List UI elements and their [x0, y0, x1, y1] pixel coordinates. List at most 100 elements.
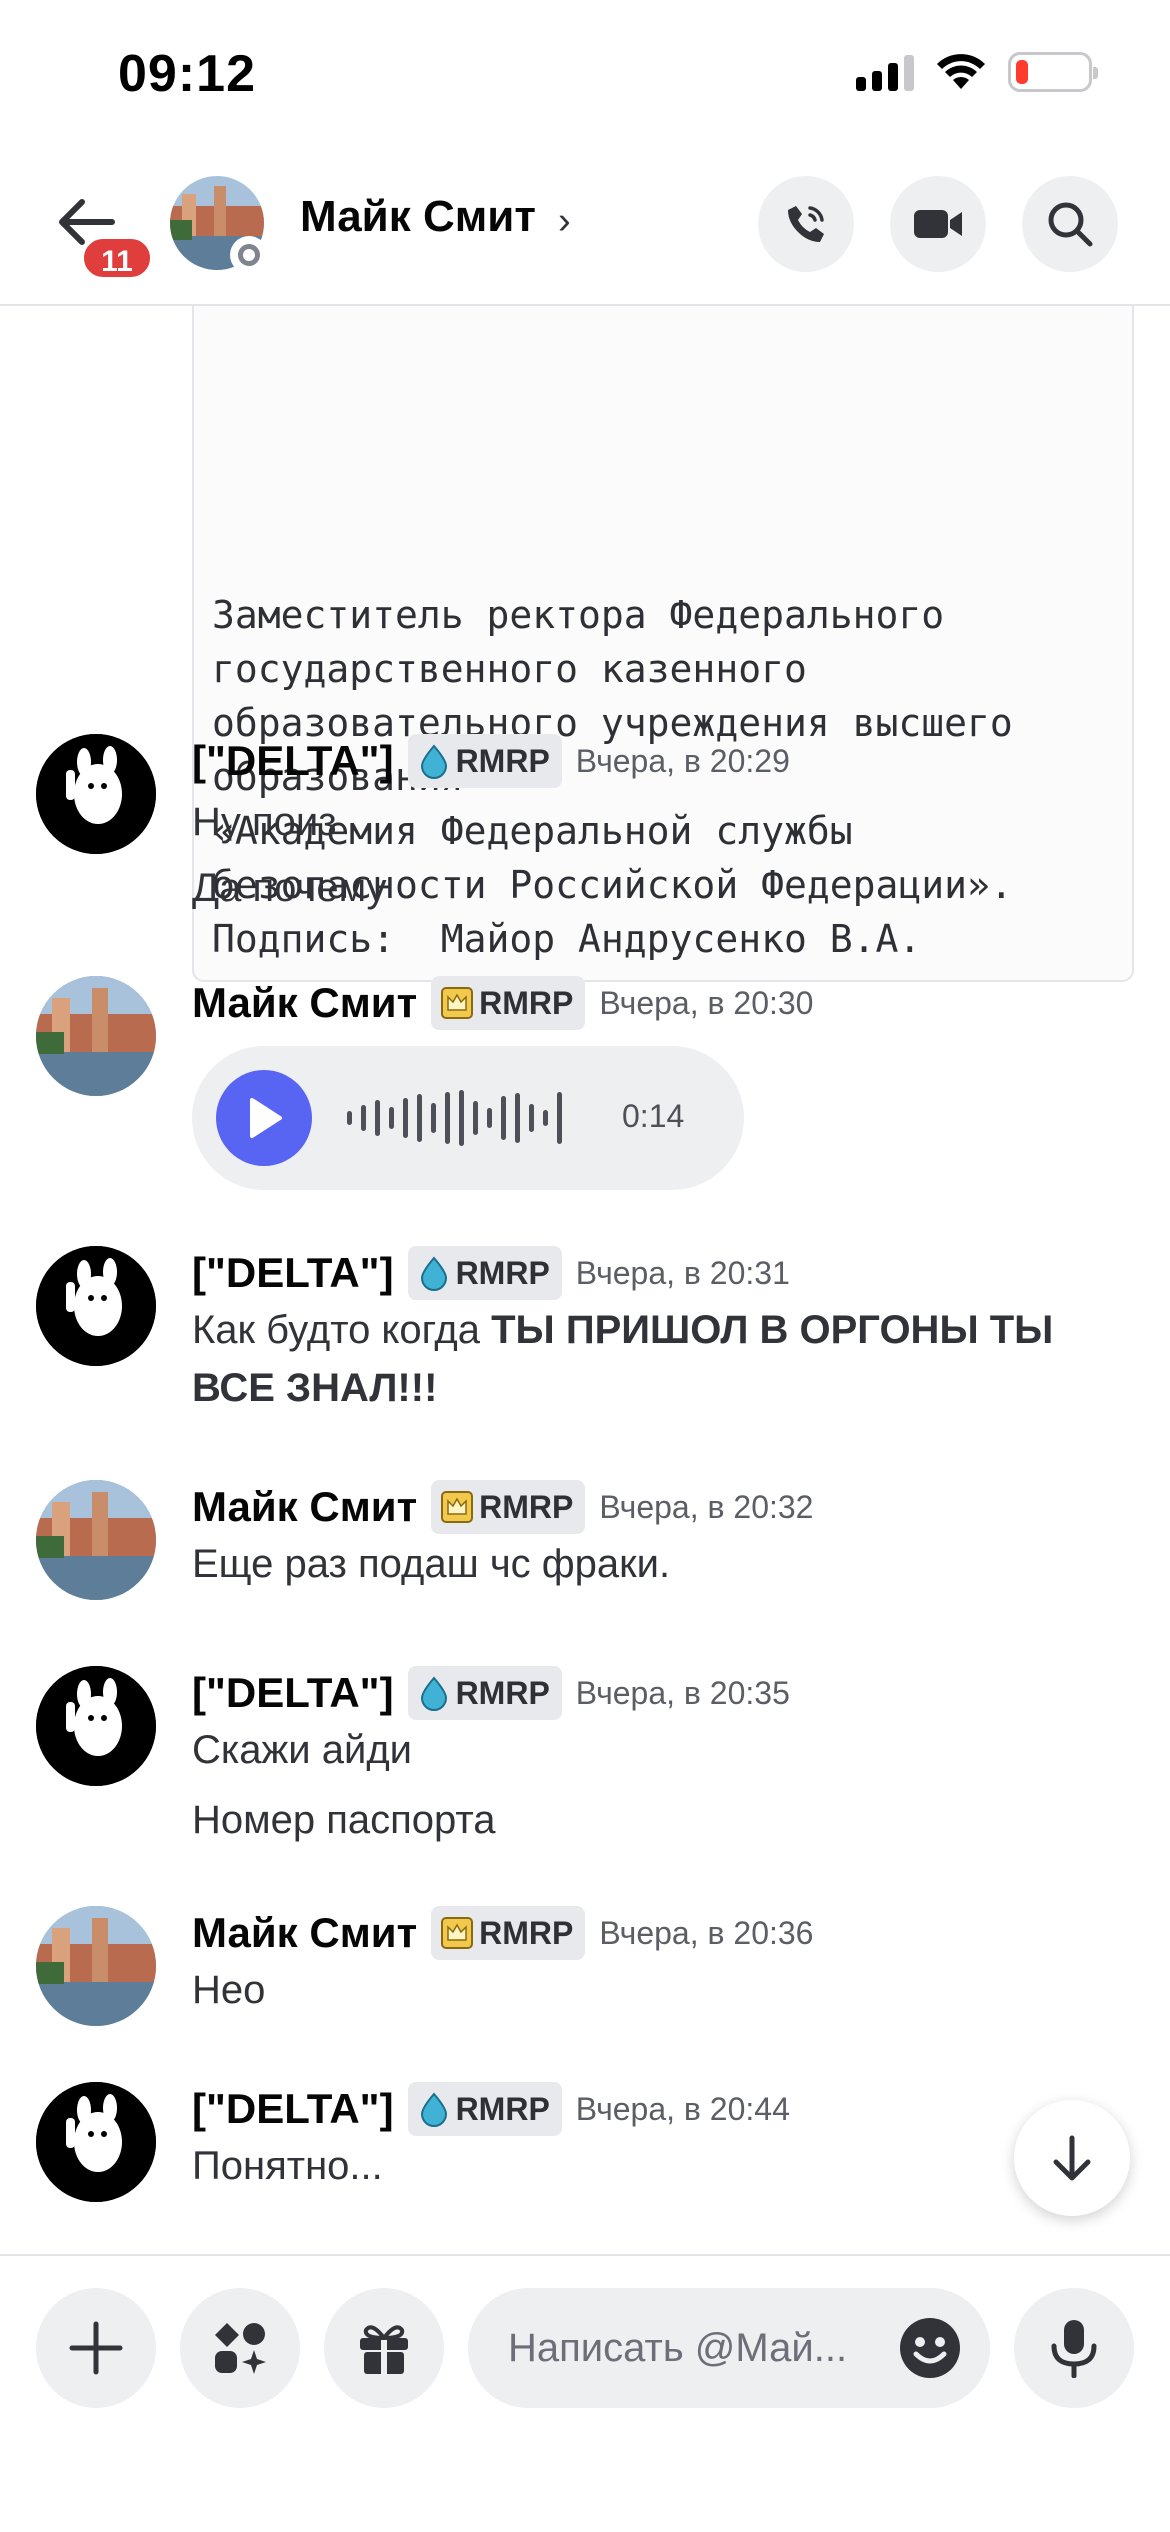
author-name[interactable]: ["DELTA"]	[192, 2085, 394, 2133]
avatar-image	[36, 1246, 156, 1366]
search-button[interactable]	[1022, 176, 1118, 272]
message-text: Еще раз подаш чс фраки.	[192, 1542, 671, 1586]
avatar-image	[36, 976, 156, 1096]
message-text: Скажи айди	[192, 1728, 412, 1772]
status-icons	[856, 52, 1098, 92]
plus-icon	[69, 2321, 123, 2375]
voice-record-button[interactable]	[1014, 2288, 1134, 2408]
composer	[0, 2254, 1170, 2532]
message-text: Номер паспорта	[192, 1798, 496, 1842]
avatar[interactable]	[36, 1246, 156, 1366]
message-text: Да почему	[192, 866, 387, 910]
timestamp: Вчера, в 20:35	[575, 1674, 790, 1711]
server-tag[interactable]: RMRP	[407, 2082, 562, 2136]
wifi-icon	[937, 54, 985, 89]
cellular-signal-icon	[856, 53, 914, 91]
avatar-image	[36, 2082, 156, 2202]
gift-icon	[360, 2325, 408, 2374]
server-tag-label: RMRP	[455, 1254, 550, 1291]
droplet-icon	[420, 744, 447, 779]
message-input[interactable]	[508, 2288, 908, 2408]
author-name[interactable]: Майк Смит	[192, 1909, 417, 1957]
author-name[interactable]: ["DELTA"]	[192, 1249, 394, 1297]
chevron-right-icon[interactable]: ›	[558, 200, 571, 243]
server-tag[interactable]: RMRP	[407, 734, 562, 788]
timestamp: Вчера, в 20:31	[575, 1254, 790, 1291]
search-icon	[1048, 202, 1093, 247]
message-text: Как будто когда ТЫ ПРИШОЛ В ОРГОНЫ ТЫ	[192, 1308, 1053, 1353]
message-text-bold: ТЫ ПРИШОЛ В ОРГОНЫ ТЫ	[491, 1308, 1054, 1352]
arrow-down-icon	[1053, 2135, 1091, 2181]
message-text: Понятно...	[192, 2144, 383, 2188]
video-camera-icon	[914, 210, 962, 238]
server-tag-label: RMRP	[455, 742, 550, 779]
avatar-image	[36, 1906, 156, 2026]
server-tag[interactable]: RMRP	[407, 1246, 562, 1300]
voice-call-button[interactable]	[758, 176, 854, 272]
avatar[interactable]	[36, 1480, 156, 1600]
message-header: ["DELTA"] RMRP Вчера, в 20:29	[192, 734, 790, 788]
avatar-image	[36, 1480, 156, 1600]
droplet-icon	[420, 1256, 447, 1291]
droplet-icon	[420, 2092, 447, 2127]
gift-button[interactable]	[324, 2288, 444, 2408]
author-name[interactable]: Майк Смит	[192, 979, 417, 1027]
avatar[interactable]	[36, 1666, 156, 1786]
avatar[interactable]	[36, 1906, 156, 2026]
microphone-icon	[1051, 2320, 1097, 2378]
server-tag[interactable]: RMRP	[431, 976, 586, 1030]
status-time: 09:12	[118, 45, 256, 103]
apps-button[interactable]	[180, 2288, 300, 2408]
chat-header: 11 Майк Смит ›	[0, 150, 1170, 306]
waveform[interactable]	[347, 1090, 562, 1146]
author-name[interactable]: ["DELTA"]	[192, 737, 394, 785]
crown-icon	[441, 1491, 474, 1523]
crown-icon	[441, 1917, 474, 1949]
jump-to-bottom-button[interactable]	[1014, 2100, 1130, 2216]
message-text: Нео	[192, 1968, 266, 2012]
message-input-field[interactable]	[468, 2288, 990, 2408]
timestamp: Вчера, в 20:29	[575, 742, 790, 779]
message-header: Майк Смит RMRP Вчера, в 20:36	[192, 1906, 813, 1960]
message-text: ВСЕ ЗНАЛ!!!	[192, 1366, 437, 1411]
voice-message[interactable]: 0:14	[192, 1046, 744, 1190]
status-bar: 09:12	[0, 0, 1170, 150]
server-tag[interactable]: RMRP	[407, 1666, 562, 1720]
server-tag-label: RMRP	[455, 2090, 550, 2127]
message-header: Майк Смит RMRP Вчера, в 20:32	[192, 1480, 813, 1534]
server-tag[interactable]: RMRP	[431, 1480, 586, 1534]
avatar[interactable]	[36, 734, 156, 854]
battery-icon	[1008, 52, 1098, 92]
avatar[interactable]	[36, 976, 156, 1096]
server-tag-label: RMRP	[479, 1488, 574, 1525]
timestamp: Вчера, в 20:44	[575, 2090, 790, 2127]
author-name[interactable]: Майк Смит	[192, 1483, 417, 1531]
emoji-icon[interactable]	[898, 2316, 962, 2380]
unread-badge: 11	[80, 235, 154, 281]
message-header: ["DELTA"] RMRP Вчера, в 20:35	[192, 1666, 790, 1720]
crown-icon	[441, 987, 474, 1019]
apps-icon	[215, 2323, 266, 2374]
add-attachment-button[interactable]	[36, 2288, 156, 2408]
video-call-button[interactable]	[890, 176, 986, 272]
message-text: Ну поиз	[192, 800, 337, 844]
page-title[interactable]: Майк Смит	[300, 192, 536, 242]
message-header: ["DELTA"] RMRP Вчера, в 20:44	[192, 2082, 790, 2136]
message-header: Майк Смит RMRP Вчера, в 20:30	[192, 976, 813, 1030]
server-tag-label: RMRP	[479, 1914, 574, 1951]
author-name[interactable]: ["DELTA"]	[192, 1669, 394, 1717]
message-list[interactable]: Заместитель ректора Федерального государ…	[0, 306, 1170, 2254]
server-tag-label: RMRP	[455, 1674, 550, 1711]
play-icon	[250, 1098, 282, 1138]
offline-status-icon	[230, 236, 268, 274]
avatar-image	[36, 734, 156, 854]
message-text-bold: ВСЕ ЗНАЛ!!!	[192, 1366, 438, 1410]
phone-icon	[788, 206, 824, 242]
server-tag-label: RMRP	[479, 984, 574, 1021]
play-button[interactable]	[216, 1070, 312, 1166]
message-header: ["DELTA"] RMRP Вчера, в 20:31	[192, 1246, 790, 1300]
avatar[interactable]	[36, 2082, 156, 2202]
server-tag[interactable]: RMRP	[431, 1906, 586, 1960]
timestamp: Вчера, в 20:32	[599, 1488, 814, 1525]
message-text-normal: Как будто когда	[192, 1308, 492, 1352]
